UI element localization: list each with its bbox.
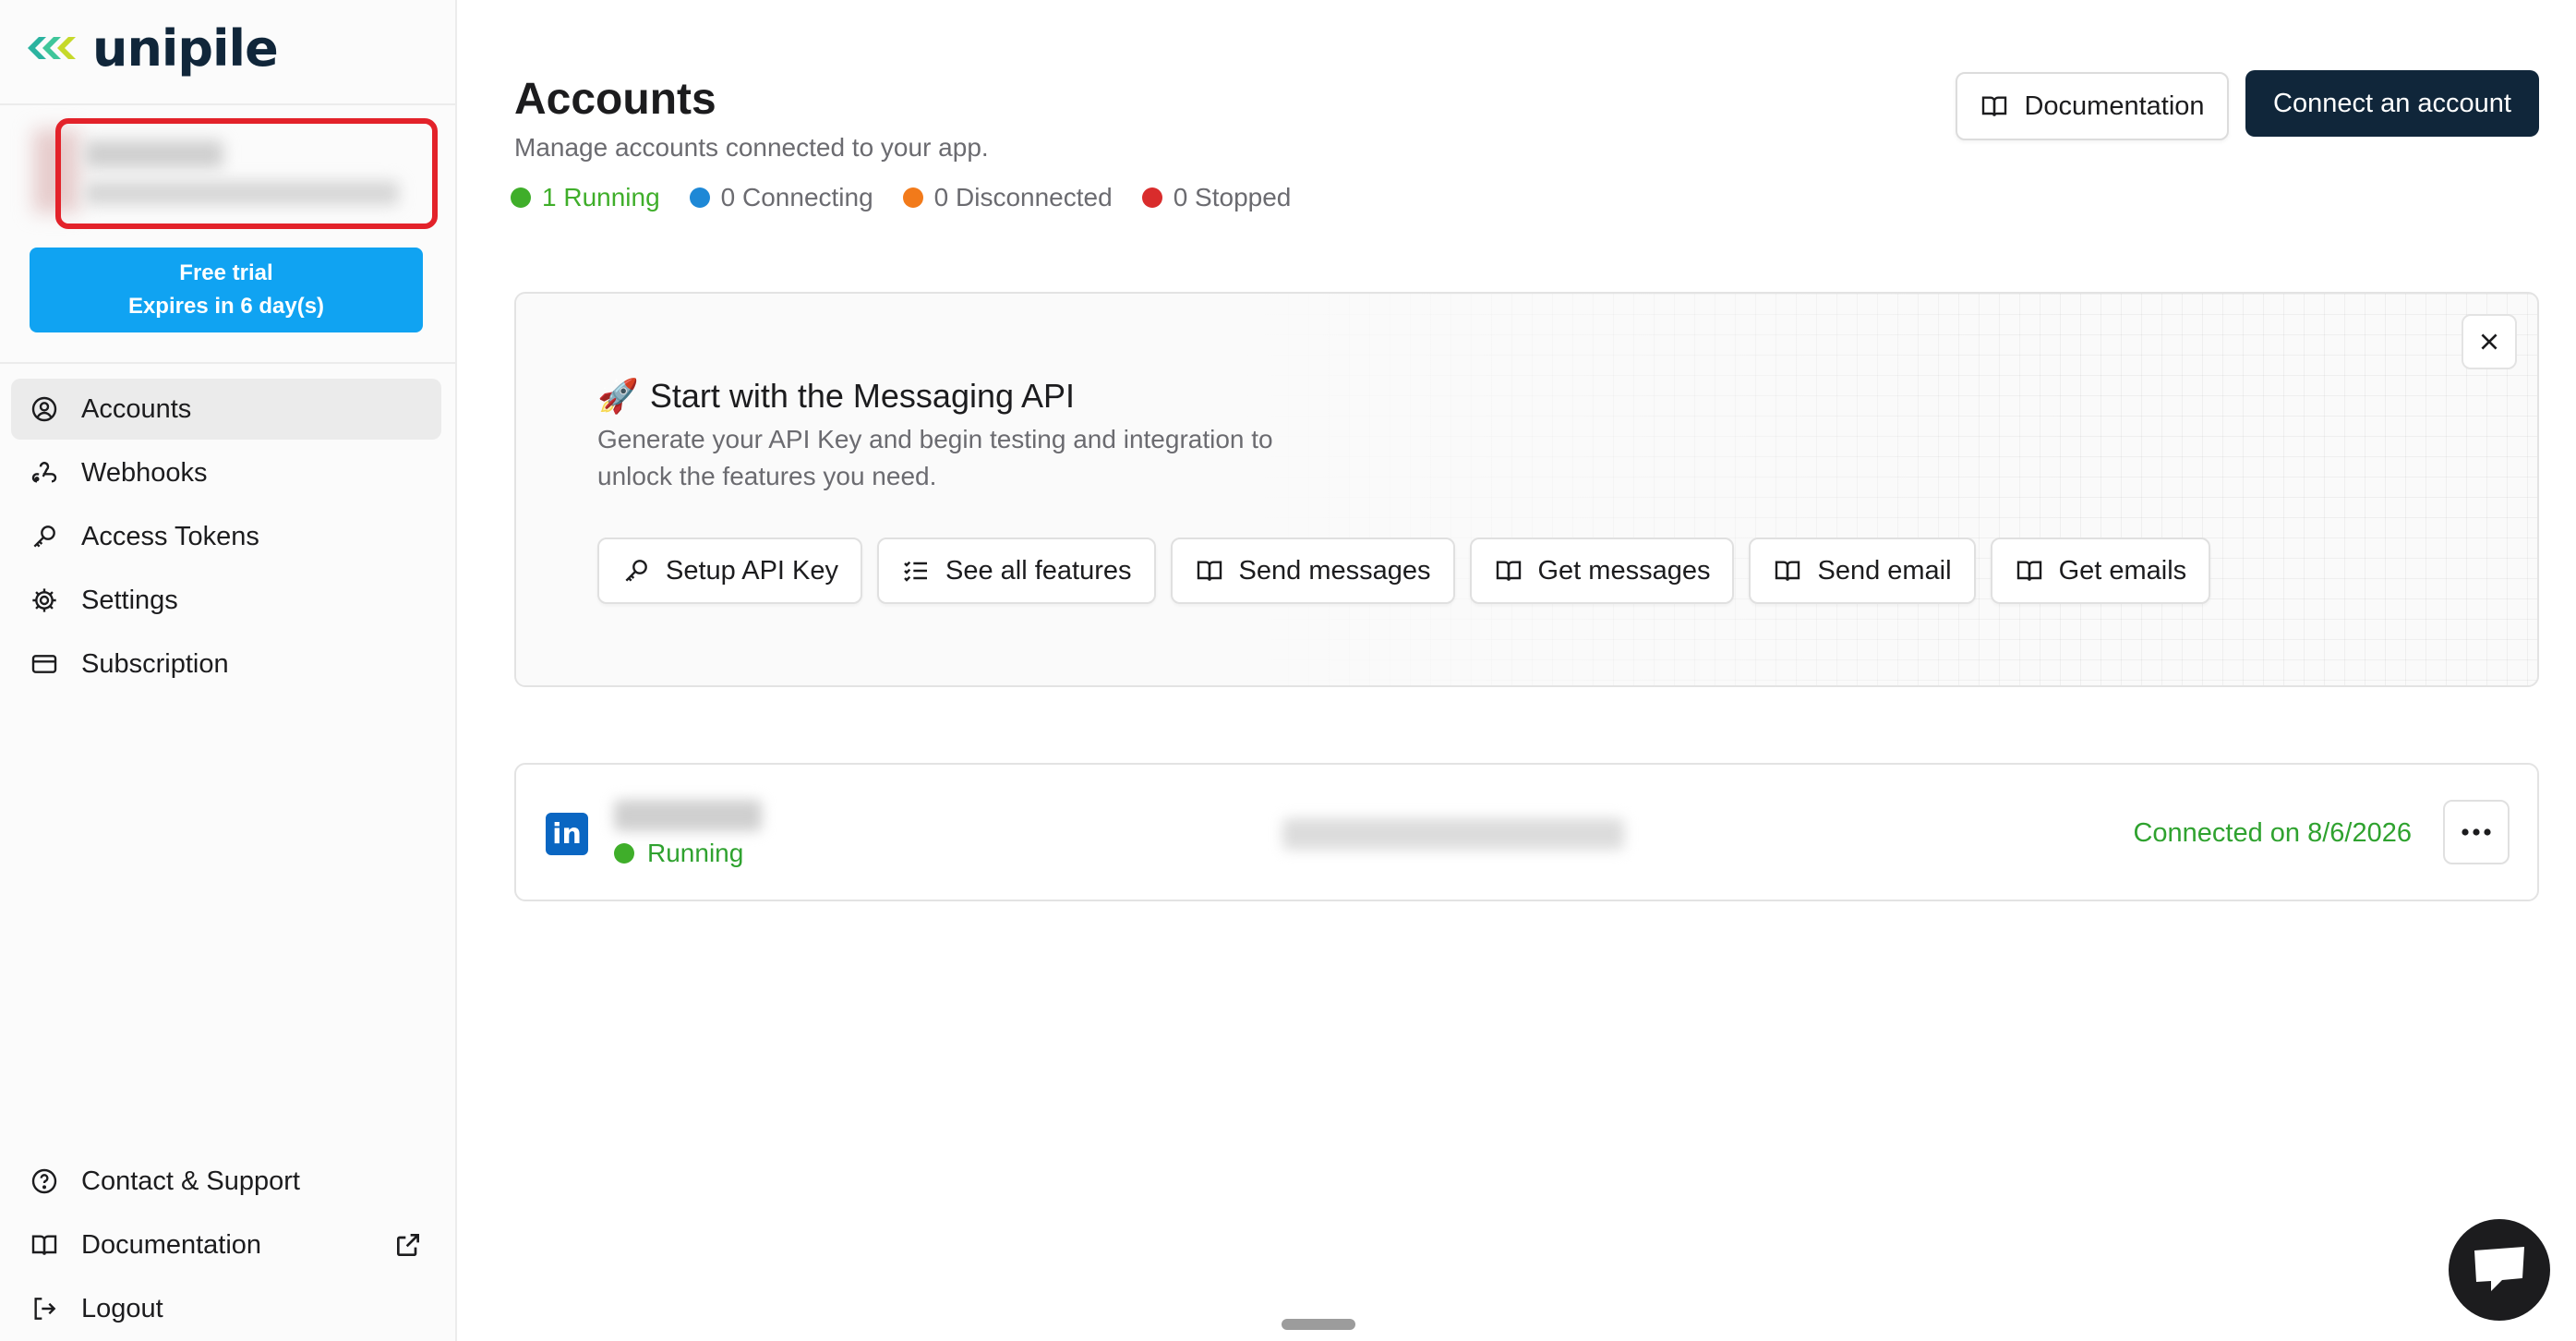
- book-icon: [2016, 561, 2041, 581]
- status-dot: [1141, 187, 1162, 208]
- account-more-button[interactable]: [2443, 800, 2510, 864]
- brand-logo[interactable]: unipile: [26, 18, 279, 78]
- book-icon: [1776, 561, 1800, 581]
- trial-label: Free trial: [179, 260, 273, 285]
- gear-icon: [32, 588, 56, 612]
- status-dot: [689, 187, 710, 208]
- key-icon: [625, 560, 647, 582]
- messaging-api-promo: 🚀 Start with the Messaging API Generate …: [514, 292, 2539, 687]
- sidebar-item-label: Logout: [81, 1293, 163, 1323]
- sidebar-item-webhooks[interactable]: Webhooks: [11, 442, 441, 503]
- status-stopped: 0 Stopped: [1141, 183, 1292, 212]
- chat-icon: [2474, 1247, 2524, 1291]
- sidebar-item-label: Webhooks: [81, 457, 208, 488]
- support-chat-button[interactable]: [2449, 1219, 2550, 1321]
- get-messages-button[interactable]: Get messages: [1469, 538, 1735, 604]
- button-label: Send email: [1817, 555, 1952, 586]
- sidebar-item-label: Contact & Support: [81, 1166, 300, 1196]
- scroll-handle[interactable]: [1282, 1319, 1355, 1330]
- get-emails-button[interactable]: Get emails: [1990, 538, 2211, 604]
- external-link-icon: [397, 1234, 419, 1256]
- credit-card-icon: [31, 655, 57, 673]
- status-running: 1 Running: [511, 183, 660, 212]
- webhook-icon: [31, 462, 57, 483]
- book-icon: [31, 1235, 57, 1255]
- promo-title-text: Start with the Messaging API: [649, 377, 1076, 415]
- key-icon: [33, 526, 55, 548]
- annotation-highlight: [55, 118, 438, 229]
- account-id-redacted: [1282, 818, 1624, 850]
- see-all-features-button[interactable]: See all features: [877, 538, 1156, 604]
- status-connecting: 0 Connecting: [689, 183, 873, 212]
- close-promo-button[interactable]: [2462, 314, 2517, 369]
- sidebar-item-accounts[interactable]: Accounts: [11, 379, 441, 440]
- status-summary: 1 Running 0 Connecting 0 Disconnected 0 …: [511, 183, 1291, 212]
- documentation-button[interactable]: Documentation: [1956, 72, 2229, 140]
- book-icon: [1197, 561, 1222, 581]
- connected-date: Connected on 8/6/2026: [2133, 818, 2412, 848]
- status-dot: [902, 187, 923, 208]
- sidebar-item-label: Documentation: [81, 1229, 262, 1260]
- trial-expiry: Expires in 6 day(s): [127, 294, 325, 319]
- sidebar-item-access-tokens[interactable]: Access Tokens: [11, 506, 441, 567]
- setup-api-key-button[interactable]: Setup API Key: [597, 538, 863, 604]
- book-icon: [1982, 96, 2007, 116]
- send-email-button[interactable]: Send email: [1749, 538, 1976, 604]
- rocket-icon: 🚀: [597, 377, 639, 415]
- status-label: 0 Connecting: [720, 183, 873, 211]
- brand-name: unipile: [92, 18, 279, 78]
- promo-description: Generate your API Key and begin testing …: [597, 425, 1273, 490]
- page-title: Accounts: [514, 75, 716, 124]
- status-label: 1 Running: [542, 183, 660, 211]
- button-label: Setup API Key: [666, 555, 839, 586]
- unipile-logo-icon: [28, 37, 76, 59]
- status-dot: [511, 187, 531, 208]
- page-subtitle: Manage accounts connected to your app.: [514, 133, 989, 162]
- user-circle-icon: [31, 396, 57, 422]
- checklist-icon: [904, 561, 928, 582]
- sidebar-item-contact-support[interactable]: Contact & Support: [11, 1151, 441, 1212]
- logout-icon: [34, 1298, 56, 1320]
- sidebar: unipile Free trial Expires in 6 day(s) A…: [0, 0, 457, 1341]
- connect-account-button[interactable]: Connect an account: [2245, 70, 2539, 137]
- account-status: Running: [614, 839, 743, 868]
- account-status-label: Running: [647, 839, 744, 867]
- book-icon: [1496, 561, 1521, 581]
- sidebar-item-documentation[interactable]: Documentation: [11, 1214, 441, 1275]
- sidebar-item-label: Subscription: [81, 648, 229, 679]
- sidebar-item-label: Accounts: [81, 393, 192, 424]
- promo-actions: Setup API Key See all features Send mess…: [597, 538, 2211, 604]
- sidebar-item-logout[interactable]: Logout: [11, 1278, 441, 1339]
- sidebar-item-subscription[interactable]: Subscription: [11, 634, 441, 695]
- free-trial-banner[interactable]: Free trial Expires in 6 day(s): [30, 248, 423, 332]
- account-name-redacted: [614, 800, 762, 831]
- help-circle-icon: [31, 1168, 57, 1194]
- divider: [0, 362, 457, 364]
- button-label: See all features: [945, 555, 1132, 586]
- more-horizontal-icon: [2462, 828, 2491, 836]
- button-label: Send messages: [1238, 555, 1431, 586]
- divider: [0, 103, 457, 105]
- sidebar-item-label: Settings: [81, 585, 178, 615]
- account-row[interactable]: in Running Connected on 8/6/2026: [514, 763, 2539, 901]
- button-label: Get emails: [2058, 555, 2187, 586]
- promo-title: 🚀 Start with the Messaging API: [597, 377, 1075, 416]
- sidebar-item-settings[interactable]: Settings: [11, 570, 441, 631]
- send-messages-button[interactable]: Send messages: [1170, 538, 1455, 604]
- status-dot: [614, 843, 634, 864]
- status-label: 0 Disconnected: [933, 183, 1113, 211]
- sidebar-item-label: Access Tokens: [81, 521, 259, 551]
- close-icon: [2481, 333, 2498, 350]
- documentation-button-label: Documentation: [2024, 91, 2205, 121]
- status-label: 0 Stopped: [1173, 183, 1292, 211]
- linkedin-icon: in: [546, 813, 588, 855]
- button-label: Get messages: [1537, 555, 1711, 586]
- status-disconnected: 0 Disconnected: [902, 183, 1113, 212]
